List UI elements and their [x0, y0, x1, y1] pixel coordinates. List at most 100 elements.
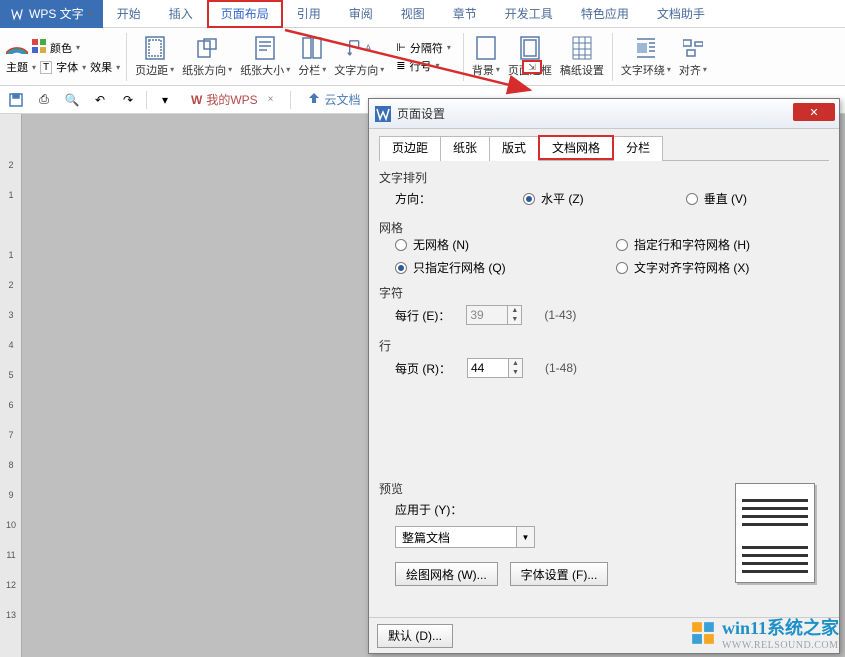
tab-columns[interactable]: 分栏	[613, 136, 663, 161]
menu-reference[interactable]: 引用	[283, 0, 335, 28]
menu-chapter[interactable]: 章节	[439, 0, 491, 28]
manuscript-button[interactable]: 稿纸设置	[556, 29, 608, 85]
app-menu-dropdown-icon[interactable]: ▾	[89, 9, 93, 18]
per-page-input[interactable]	[467, 358, 509, 378]
watermark-logo-icon	[690, 620, 716, 646]
vertical-ruler: 2 1 1 2 3 4 5 6 7 8 9 10 11 12 13	[0, 114, 22, 657]
columns-icon	[300, 36, 324, 60]
watermark-text: win11系统之家	[722, 614, 839, 640]
page-margin-button[interactable]: 页边距▾	[131, 29, 178, 85]
dialog-launcher-indicator[interactable]: ⇲	[522, 60, 542, 74]
radio-row-only-grid[interactable]: 只指定行网格 (Q)	[395, 259, 608, 276]
tab-layout[interactable]: 版式	[489, 136, 539, 161]
redo-icon[interactable]: ↷	[118, 90, 138, 110]
font-settings-button[interactable]: 字体设置 (F)...	[510, 562, 609, 586]
color-label[interactable]: 颜色	[50, 40, 72, 56]
per-page-range: (1-48)	[545, 361, 577, 375]
menu-start[interactable]: 开始	[103, 0, 155, 28]
chevron-down-icon[interactable]: ▾	[82, 63, 86, 72]
spin-down-icon[interactable]: ▼	[509, 368, 522, 377]
radio-align-char-grid[interactable]: 文字对齐字符网格 (X)	[616, 259, 829, 276]
chevron-down-icon[interactable]: ▾	[76, 43, 80, 52]
tab-my-wps[interactable]: W 我的WPS ×	[183, 89, 282, 111]
dialog-title: 页面设置	[397, 105, 445, 122]
separator-icon: ⊩	[396, 41, 406, 54]
app-brand: WPS 文字 ▾	[0, 0, 103, 28]
theme-group: 颜色▾ 主题▾ T 字体▾ 效果▾	[4, 28, 122, 85]
chevron-down-icon[interactable]: ▼	[516, 527, 534, 547]
app-logo-icon	[10, 7, 24, 21]
group-char: 字符 每行 (E)： ▲▼ (1-43)	[379, 284, 829, 329]
separator	[290, 91, 291, 109]
radio-no-grid[interactable]: 无网格 (N)	[395, 236, 608, 253]
direction-label: 方向：	[395, 190, 431, 207]
group-line-label: 行	[379, 337, 829, 354]
apply-to-combo[interactable]: 整篇文档 ▼	[395, 526, 535, 548]
menu-doc-helper[interactable]: 文档助手	[643, 0, 719, 28]
save-icon[interactable]	[6, 90, 26, 110]
text-wrap-icon	[634, 36, 658, 60]
close-button[interactable]: ✕	[793, 103, 835, 121]
background-button[interactable]: 背景▾	[468, 29, 504, 85]
per-line-label: 每行 (E)：	[395, 307, 450, 324]
text-wrap-button[interactable]: 文字环绕▾	[617, 29, 675, 85]
tab-margins[interactable]: 页边距	[379, 136, 441, 161]
separator	[146, 91, 147, 109]
paper-size-icon	[253, 36, 277, 60]
theme-label[interactable]: 主题	[6, 59, 28, 75]
text-direction-button[interactable]: A 文字方向▾	[330, 29, 388, 85]
qat-dropdown-icon[interactable]: ▾	[155, 90, 175, 110]
print-icon[interactable]: ⎙	[34, 90, 54, 110]
dialog-tabstrip: 页边距 纸张 版式 文档网格 分栏	[379, 135, 829, 161]
close-tab-icon[interactable]: ×	[268, 94, 274, 105]
separator	[126, 33, 127, 81]
dialog-titlebar[interactable]: 页面设置 ✕	[369, 99, 839, 129]
menu-review[interactable]: 审阅	[335, 0, 387, 28]
cloud-icon	[307, 91, 321, 108]
per-page-spinner[interactable]: ▲▼	[467, 358, 523, 378]
font-label[interactable]: 字体	[56, 59, 78, 75]
menu-insert[interactable]: 插入	[155, 0, 207, 28]
per-line-spinner[interactable]: ▲▼	[466, 305, 522, 325]
chevron-down-icon[interactable]: ▾	[116, 63, 120, 72]
chevron-down-icon[interactable]: ▾	[447, 43, 451, 52]
paper-size-button[interactable]: 纸张大小▾	[236, 29, 294, 85]
radio-vertical[interactable]: 垂直 (V)	[686, 190, 747, 207]
group-grid: 网格 无网格 (N) 指定行和字符网格 (H) 只指定行网格 (Q) 文字对齐字…	[379, 219, 829, 276]
spin-down-icon: ▼	[508, 315, 521, 324]
spin-up-icon: ▲	[508, 306, 521, 315]
page-setup-dialog: 页面设置 ✕ 页边距 纸张 版式 文档网格 分栏 文字排列 方向： 水平 (Z)…	[368, 98, 840, 654]
tab-cloud-doc[interactable]: 云文档	[299, 89, 369, 111]
separator-label[interactable]: 分隔符	[410, 40, 443, 56]
watermark: win11系统之家 WWW.RELSOUND.COM	[690, 614, 839, 651]
linenum-label[interactable]: 行号	[409, 58, 431, 74]
columns-button[interactable]: 分栏▾	[294, 29, 330, 85]
radio-horizontal[interactable]: 水平 (Z)	[523, 190, 584, 207]
page-border-button[interactable]: 页面边框	[504, 29, 556, 85]
undo-icon[interactable]: ↶	[90, 90, 110, 110]
manuscript-icon	[570, 36, 594, 60]
per-line-input	[466, 305, 508, 325]
separator	[463, 33, 464, 81]
paper-orient-button[interactable]: 纸张方向▾	[178, 29, 236, 85]
menu-special[interactable]: 特色应用	[567, 0, 643, 28]
per-page-label: 每页 (R)：	[395, 360, 451, 377]
preview-icon[interactable]: 🔍	[62, 90, 82, 110]
menu-page-layout[interactable]: 页面布局	[207, 0, 283, 28]
spin-up-icon[interactable]: ▲	[509, 359, 522, 368]
radio-row-char-grid[interactable]: 指定行和字符网格 (H)	[616, 236, 829, 253]
menu-view[interactable]: 视图	[387, 0, 439, 28]
default-button[interactable]: 默认 (D)...	[377, 624, 453, 648]
apply-to-label: 应用于 (Y)：	[395, 501, 462, 518]
align-icon	[681, 36, 705, 60]
dialog-app-icon	[375, 106, 391, 122]
chevron-down-icon[interactable]: ▾	[32, 63, 36, 72]
tab-doc-grid[interactable]: 文档网格	[538, 135, 614, 160]
chevron-down-icon[interactable]: ▾	[435, 61, 439, 70]
draw-grid-button[interactable]: 绘图网格 (W)...	[395, 562, 498, 586]
align-button[interactable]: 对齐▾	[675, 29, 711, 85]
menu-developer[interactable]: 开发工具	[491, 0, 567, 28]
tab-my-wps-label: 我的WPS	[206, 91, 257, 108]
effect-label[interactable]: 效果	[90, 59, 112, 75]
tab-paper[interactable]: 纸张	[440, 136, 490, 161]
